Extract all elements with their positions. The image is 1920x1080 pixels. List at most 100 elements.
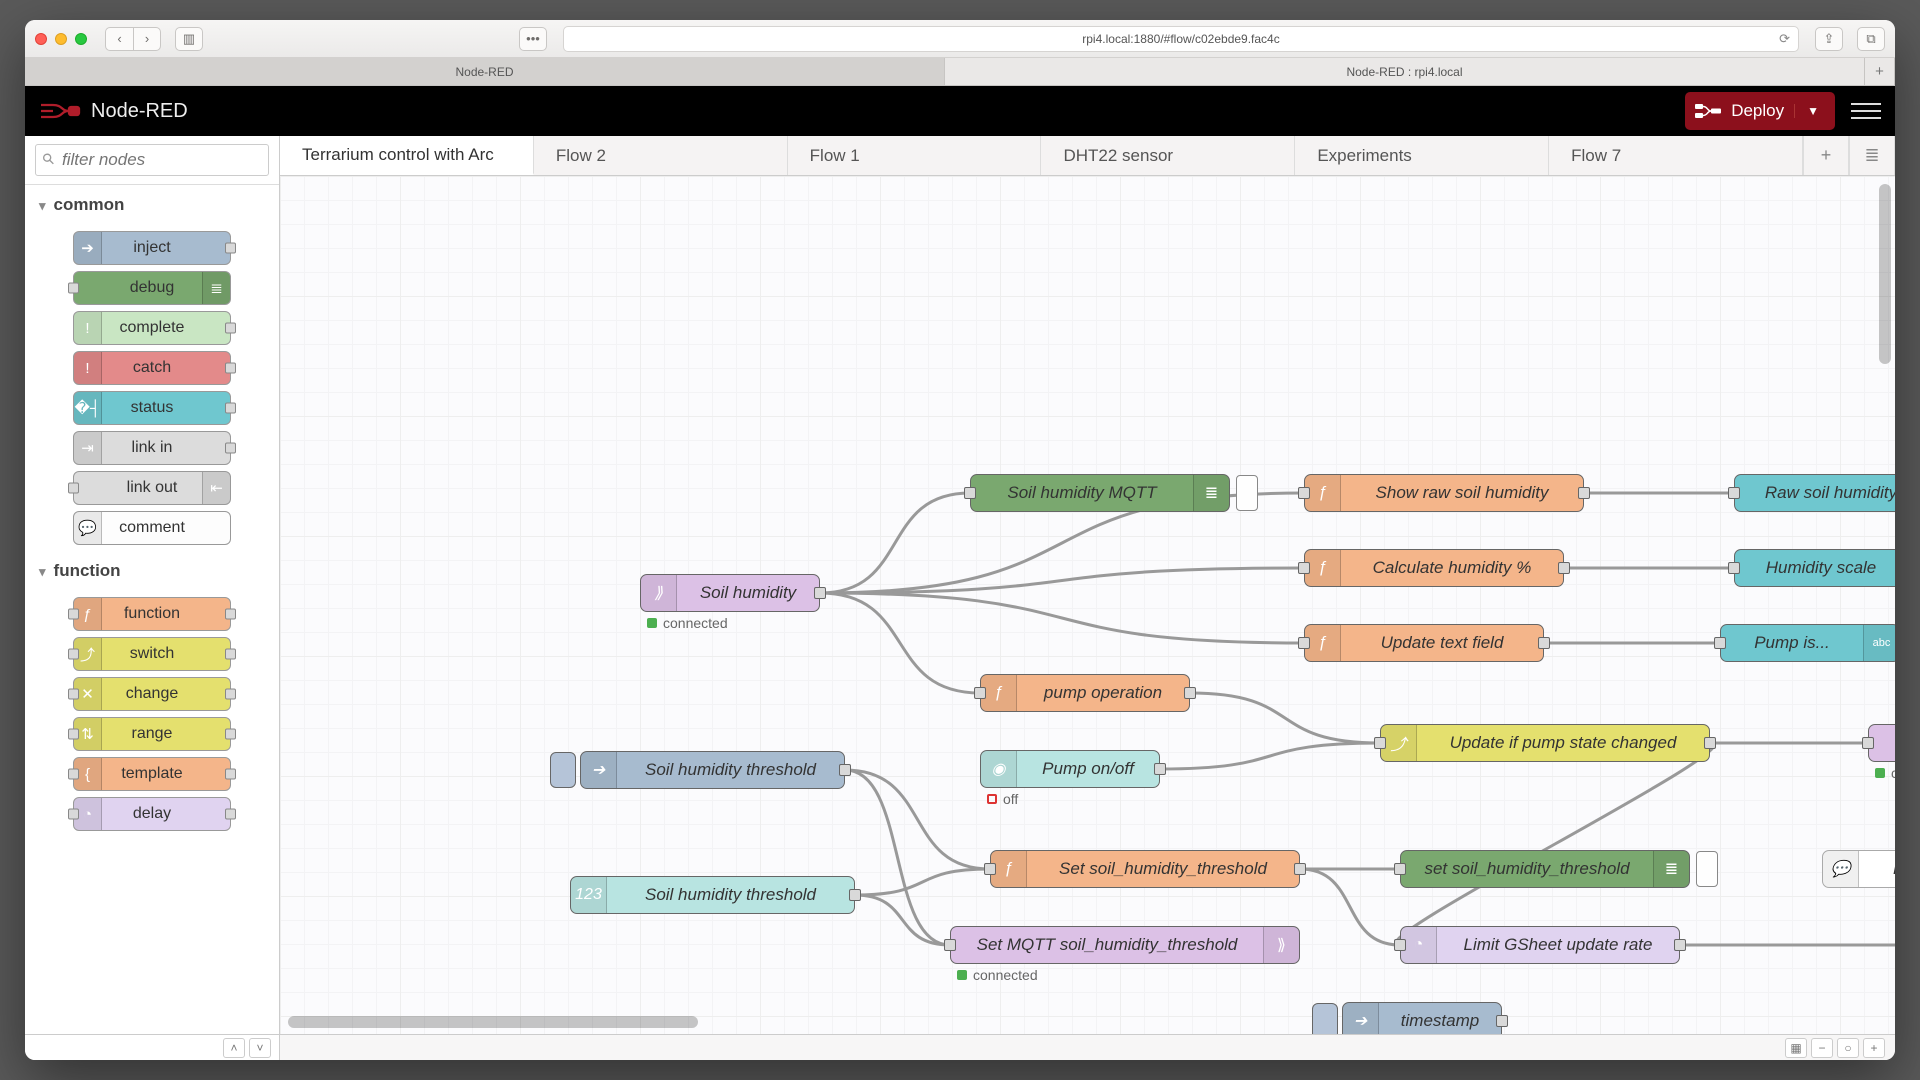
zoom-reset-button[interactable]: ○: [1837, 1038, 1859, 1058]
palette-node-comment[interactable]: 💬comment: [73, 511, 231, 545]
port-in[interactable]: [1298, 637, 1310, 649]
palette-node-change[interactable]: ✕change: [73, 677, 231, 711]
flow-node-calchum[interactable]: ƒCalculate humidity %: [1304, 549, 1564, 587]
port-in[interactable]: [1394, 939, 1406, 951]
port-out[interactable]: [1496, 1015, 1508, 1027]
node-button[interactable]: [1236, 475, 1258, 511]
workspace-tab[interactable]: Experiments: [1295, 136, 1549, 175]
port-in[interactable]: [68, 689, 79, 700]
workspace-tab[interactable]: Flow 2: [534, 136, 788, 175]
port-out[interactable]: [1558, 562, 1570, 574]
port-in[interactable]: [944, 939, 956, 951]
flow-node-pumpis[interactable]: Pump is...abc: [1720, 624, 1895, 662]
palette-node-switch[interactable]: ⤴switch: [73, 637, 231, 671]
port-out[interactable]: [225, 243, 236, 254]
flow-node-record[interactable]: 💬Record pump state change: [1822, 850, 1895, 888]
palette-node-template[interactable]: {template: [73, 757, 231, 791]
port-in[interactable]: [1728, 562, 1740, 574]
workspace-list-button[interactable]: ≣: [1849, 136, 1895, 175]
palette-node-status[interactable]: �┤status: [73, 391, 231, 425]
flow-node-updpump[interactable]: ⤴Update if pump state changed: [1380, 724, 1710, 762]
palette-category-function[interactable]: function: [25, 551, 279, 591]
workspace-tab[interactable]: Terrarium control with Arc: [280, 136, 534, 175]
palette-expand-button[interactable]: ˅: [249, 1038, 271, 1058]
menu-button[interactable]: [1851, 96, 1881, 126]
flow-node-pumpop[interactable]: ƒpump operation: [980, 674, 1190, 712]
zoom-out-button[interactable]: −: [1811, 1038, 1833, 1058]
port-in[interactable]: [1714, 637, 1726, 649]
canvas[interactable]: ⟫Soil humidityconnectedSoil humidity MQT…: [280, 176, 1895, 1034]
forward-button[interactable]: ›: [133, 27, 161, 51]
port-in[interactable]: [68, 483, 79, 494]
flow-node-rawsh[interactable]: Raw soil humidityabc: [1734, 474, 1895, 512]
palette-category-common[interactable]: common: [25, 185, 279, 225]
port-in[interactable]: [984, 863, 996, 875]
port-out[interactable]: [225, 443, 236, 454]
port-in[interactable]: [1862, 737, 1874, 749]
flow-node-limgs[interactable]: ◔Limit GSheet update rate: [1400, 926, 1680, 964]
flow-node-setsh[interactable]: ƒSet soil_humidity_threshold: [990, 850, 1300, 888]
reload-icon[interactable]: ⟳: [1779, 31, 1790, 47]
share-button[interactable]: ⇪: [1815, 27, 1843, 51]
port-out[interactable]: [1704, 737, 1716, 749]
port-out[interactable]: [225, 689, 236, 700]
palette-node-debug[interactable]: ≣debug: [73, 271, 231, 305]
port-out[interactable]: [849, 889, 861, 901]
port-in[interactable]: [68, 729, 79, 740]
port-out[interactable]: [225, 769, 236, 780]
workspace-tab[interactable]: DHT22 sensor: [1041, 136, 1295, 175]
deploy-button[interactable]: Deploy ▼: [1685, 92, 1835, 130]
port-out[interactable]: [225, 729, 236, 740]
palette-node-inject[interactable]: ➔inject: [73, 231, 231, 265]
flow-node-pumpon[interactable]: ◉Pump on/offoff: [980, 750, 1160, 788]
flow-node-setmqttsh[interactable]: Set MQTT soil_humidity_threshold⟫connect…: [950, 926, 1300, 964]
browser-tab[interactable]: Node-RED : rpi4.local: [945, 58, 1865, 85]
flow-node-humscale[interactable]: Humidity scale◕: [1734, 549, 1895, 587]
port-out[interactable]: [1154, 763, 1166, 775]
port-out[interactable]: [225, 363, 236, 374]
palette-node-complete[interactable]: !complete: [73, 311, 231, 345]
close-window-button[interactable]: [35, 33, 47, 45]
inject-button[interactable]: [550, 752, 576, 788]
palette-node-link-in[interactable]: ⇥link in: [73, 431, 231, 465]
horizontal-scrollbar[interactable]: [288, 1016, 698, 1028]
port-out[interactable]: [839, 764, 851, 776]
palette-collapse-button[interactable]: ˄: [223, 1038, 245, 1058]
port-in[interactable]: [1728, 487, 1740, 499]
port-out[interactable]: [1538, 637, 1550, 649]
port-in[interactable]: [964, 487, 976, 499]
palette-node-link-out[interactable]: ⇤link out: [73, 471, 231, 505]
navigator-button[interactable]: ▦: [1785, 1038, 1807, 1058]
port-in[interactable]: [68, 649, 79, 660]
port-out[interactable]: [814, 587, 826, 599]
add-flow-button[interactable]: +: [1803, 136, 1849, 175]
inject-button[interactable]: [1312, 1003, 1338, 1034]
port-out[interactable]: [225, 649, 236, 660]
port-out[interactable]: [1294, 863, 1306, 875]
palette-node-range[interactable]: ⇅range: [73, 717, 231, 751]
node-button[interactable]: [1696, 851, 1718, 887]
port-out[interactable]: [225, 403, 236, 414]
site-settings-button[interactable]: •••: [519, 27, 547, 51]
port-out[interactable]: [225, 609, 236, 620]
flow-node-sht2[interactable]: 123Soil humidity threshold: [570, 876, 855, 914]
palette-node-function[interactable]: ƒfunction: [73, 597, 231, 631]
port-out[interactable]: [1184, 687, 1196, 699]
palette-node-catch[interactable]: !catch: [73, 351, 231, 385]
flow-node-mqtt[interactable]: Soil humidity MQTT≣: [970, 474, 1230, 512]
port-in[interactable]: [1298, 487, 1310, 499]
flow-node-updtxt[interactable]: ƒUpdate text field: [1304, 624, 1544, 662]
port-in[interactable]: [974, 687, 986, 699]
port-in[interactable]: [1374, 737, 1386, 749]
address-bar[interactable]: rpi4.local:1880/#flow/c02ebde9.fac4c ⟳: [563, 26, 1799, 52]
flow-node-ts[interactable]: ➔timestamp: [1342, 1002, 1502, 1034]
port-in[interactable]: [1298, 562, 1310, 574]
back-button[interactable]: ‹: [105, 27, 133, 51]
palette-list[interactable]: common ➔inject ≣debug !complete !catch �┤stat…: [25, 185, 279, 1034]
workspace-tab[interactable]: Flow 1: [788, 136, 1042, 175]
port-in[interactable]: [68, 283, 79, 294]
flow-node-showraw[interactable]: ƒShow raw soil humidity: [1304, 474, 1584, 512]
sidebar-button[interactable]: ▥: [175, 27, 203, 51]
port-in[interactable]: [68, 809, 79, 820]
zoom-in-button[interactable]: +: [1863, 1038, 1885, 1058]
